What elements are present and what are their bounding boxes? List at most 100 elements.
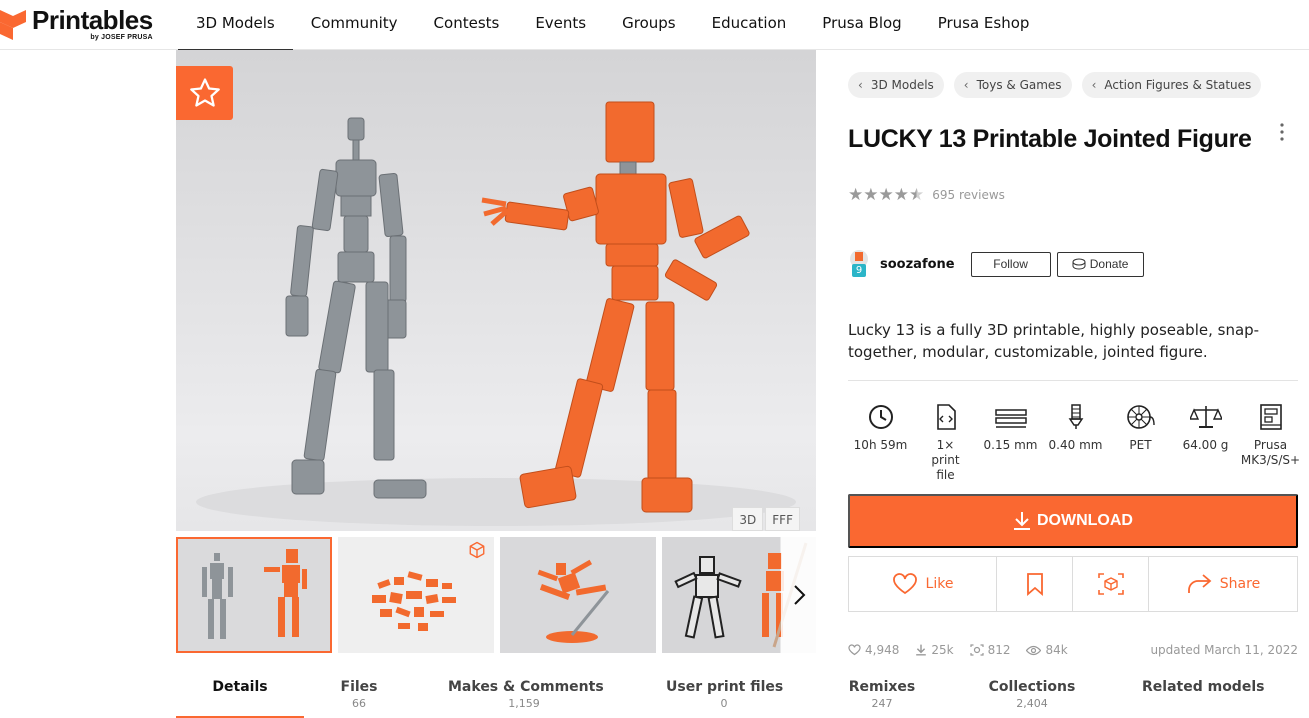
makes-count: 812 [987, 643, 1011, 657]
tab-details[interactable]: Details [176, 672, 304, 718]
filament-icon [1126, 405, 1155, 429]
review-count[interactable]: 695 reviews [932, 188, 1005, 202]
view-fff-button[interactable]: FFF [765, 507, 800, 531]
nav-education[interactable]: Education [694, 0, 805, 50]
main-nav: 3D Models Community Contests Events Grou… [178, 0, 1048, 51]
nav-events[interactable]: Events [517, 0, 604, 50]
breadcrumb-3d-models[interactable]: ‹ 3D Models [848, 72, 944, 98]
nav-prusa-eshop[interactable]: Prusa Eshop [920, 0, 1048, 50]
tab-makes-comments[interactable]: Makes & Comments 1,159 [448, 672, 604, 718]
tab-related-models[interactable]: Related models [1142, 672, 1265, 718]
chevron-left-icon: ‹ [963, 78, 969, 92]
nav-community[interactable]: Community [293, 0, 416, 50]
author-name[interactable]: soozafone [880, 257, 955, 272]
nav-prusa-blog[interactable]: Prusa Blog [804, 0, 919, 50]
tab-remixes[interactable]: Remixes 247 [844, 672, 920, 718]
view-3d-button[interactable]: 3D [732, 507, 764, 531]
share-button[interactable]: Share [1149, 557, 1297, 611]
heart-icon [848, 644, 861, 656]
share-label: Share [1219, 576, 1261, 592]
downloads-stat: 25k [915, 643, 954, 657]
param-value: 0.15 mm [983, 438, 1038, 452]
thumbnail-image [178, 539, 330, 651]
star-icon: ★ [863, 185, 879, 205]
3d-view-icon [1097, 573, 1124, 595]
download-icon [916, 644, 927, 656]
makes-icon [969, 644, 984, 656]
likes-stat: 4,948 [848, 643, 899, 657]
favorite-button[interactable] [176, 66, 233, 120]
param-value: Prusa MK3/S/S+ [1240, 438, 1301, 467]
model-title: LUCKY 13 Printable Jointed Figure [848, 125, 1252, 153]
breadcrumb: ‹ 3D Models ‹ Toys & Games ‹ Action Figures… [848, 72, 1271, 98]
tab-count: 1,159 [508, 697, 540, 710]
thumbnail-1[interactable] [176, 537, 332, 653]
breadcrumb-toys-games[interactable]: ‹ Toys & Games [953, 72, 1072, 98]
breadcrumb-label: Action Figures & Statues [1104, 78, 1252, 92]
printables-logo[interactable]: Printables by JOSEF PRUSA [0, 4, 153, 44]
3d-view-button[interactable] [1073, 557, 1149, 611]
download-button[interactable]: DOWNLOAD [848, 494, 1298, 548]
follow-button[interactable]: Follow [970, 251, 1051, 277]
rating[interactable]: ★ ★ ★ ★ ★ 695 reviews [848, 186, 1005, 204]
print-parameters: 10h 59m 1× print file 0.15 mm 0.40 mm PE… [848, 404, 1303, 483]
top-header: Printables by JOSEF PRUSA 3D Models Comm… [0, 0, 1309, 51]
thumbnail-next-button[interactable] [781, 537, 816, 653]
views-stat: 84k [1026, 643, 1068, 657]
share-icon [1187, 574, 1212, 593]
brand-sub: by JOSEF PRUSA [90, 34, 153, 41]
star-icon: ★ [893, 185, 909, 205]
clock-icon [868, 405, 893, 429]
nav-contests[interactable]: Contests [416, 0, 518, 50]
tab-collections[interactable]: Collections 2,404 [982, 672, 1082, 718]
author-block: 9 soozafone Follow Donate [848, 249, 1144, 279]
main-image[interactable]: 3D FFF [176, 50, 816, 531]
star-icon: ★ [878, 185, 894, 205]
layer-height-icon [994, 409, 1027, 428]
3d-model-icon [468, 541, 486, 563]
half-star-icon: ★ [909, 185, 925, 205]
param-value: 10h 59m [853, 438, 908, 452]
thumbnail-strip [176, 537, 816, 653]
star-icon: ★ [848, 185, 864, 205]
model-summary: Lucky 13 is a fully 3D printable, highly… [848, 321, 1260, 361]
nozzle-icon [1068, 404, 1083, 429]
avatar[interactable]: 9 [848, 249, 870, 279]
rating-stars: ★ ★ ★ ★ ★ [848, 186, 924, 204]
bookmark-button[interactable] [997, 557, 1073, 611]
more-options-icon[interactable] [1274, 122, 1290, 144]
thumbnail-3[interactable] [500, 537, 656, 653]
donate-button[interactable]: Donate [1056, 251, 1144, 277]
chevron-left-icon: ‹ [858, 78, 863, 92]
breadcrumb-action-figures[interactable]: ‹ Action Figures & Statues [1081, 72, 1262, 98]
tab-count: 247 [871, 697, 893, 710]
param-layer-height: 0.15 mm [978, 404, 1043, 483]
coins-icon [1072, 258, 1086, 270]
param-print-time: 10h 59m [848, 404, 913, 483]
updated-date: updated March 11, 2022 [1150, 643, 1298, 657]
param-value: 64.00 g [1182, 438, 1229, 452]
like-label: Like [925, 576, 954, 592]
chevron-right-icon [793, 585, 805, 605]
param-weight: 64.00 g [1173, 404, 1238, 483]
param-printer: Prusa MK3/S/S+ [1238, 404, 1303, 483]
download-label: DOWNLOAD [1037, 512, 1133, 529]
downloads-count: 25k [931, 643, 954, 657]
tab-user-print-files[interactable]: User print files 0 [666, 672, 783, 718]
bookmark-icon [1026, 573, 1043, 596]
tab-files[interactable]: Files 66 [326, 672, 392, 718]
thumbnail-2[interactable] [338, 537, 494, 653]
tab-label: Related models [1142, 679, 1265, 695]
model-photo [196, 101, 796, 526]
tab-label: Details [212, 679, 268, 695]
tab-count: 0 [720, 697, 728, 710]
model-stats: 4,948 25k 812 84k updated March 11, 2022 [848, 643, 1298, 657]
model-actions: Like Share [848, 556, 1298, 612]
like-button[interactable]: Like [849, 557, 997, 611]
param-print-files: 1× print file [913, 404, 978, 483]
brand-name: Printables [32, 5, 153, 35]
param-value: PET [1129, 438, 1152, 452]
nav-3d-models[interactable]: 3D Models [178, 0, 293, 51]
param-material: PET [1108, 404, 1173, 483]
nav-groups[interactable]: Groups [604, 0, 693, 50]
